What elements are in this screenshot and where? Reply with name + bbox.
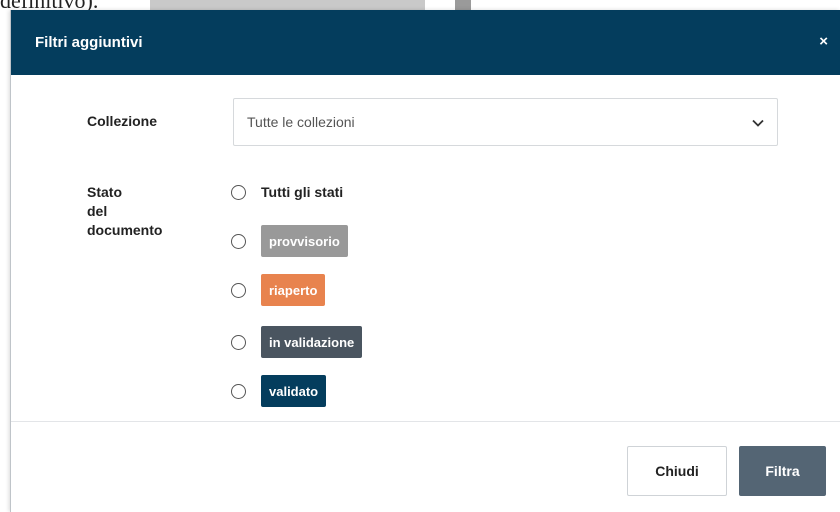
modal-title: Filtri aggiuntivi [35,34,143,51]
collection-select-value: Tutte le collezioni [247,114,355,130]
radio-provvisorio[interactable] [231,233,246,249]
modal-body: Collezione Tutte le collezioni Stato del… [11,75,840,421]
chevron-down-icon [752,119,764,127]
status-badge-in-validazione: in validazione [261,326,363,358]
collection-select[interactable]: Tutte le collezioni [233,98,778,146]
modal-footer: Chiudi Filtra [11,421,840,512]
filters-modal: Filtri aggiuntivi × Collezione Tutte le … [10,10,840,512]
status-badge-validato: validato [261,375,327,407]
close-icon[interactable]: × [819,32,828,52]
status-badge-provvisorio: provvisorio [261,225,348,257]
filter-button[interactable]: Filtra [739,446,826,496]
status-badge-riaperto: riaperto [261,274,326,306]
radio-all[interactable] [231,184,246,200]
modal-header: Filtri aggiuntivi × [11,10,840,75]
radio-validato[interactable] [231,383,246,399]
status-option-validato[interactable]: validato [231,375,327,407]
status-option-in-validazione[interactable]: in validazione [231,326,363,358]
status-option-riaperto[interactable]: riaperto [231,274,326,306]
collection-label: Collezione [87,113,158,129]
close-button[interactable]: Chiudi [627,446,727,496]
radio-in-validazione[interactable] [231,334,246,350]
status-option-provvisorio[interactable]: provvisorio [231,225,348,257]
status-option-all[interactable]: Tutti gli stati [231,184,343,200]
status-option-label: Tutti gli stati [261,184,344,200]
radio-riaperto[interactable] [231,282,246,298]
status-label: Stato del documento [87,184,163,238]
